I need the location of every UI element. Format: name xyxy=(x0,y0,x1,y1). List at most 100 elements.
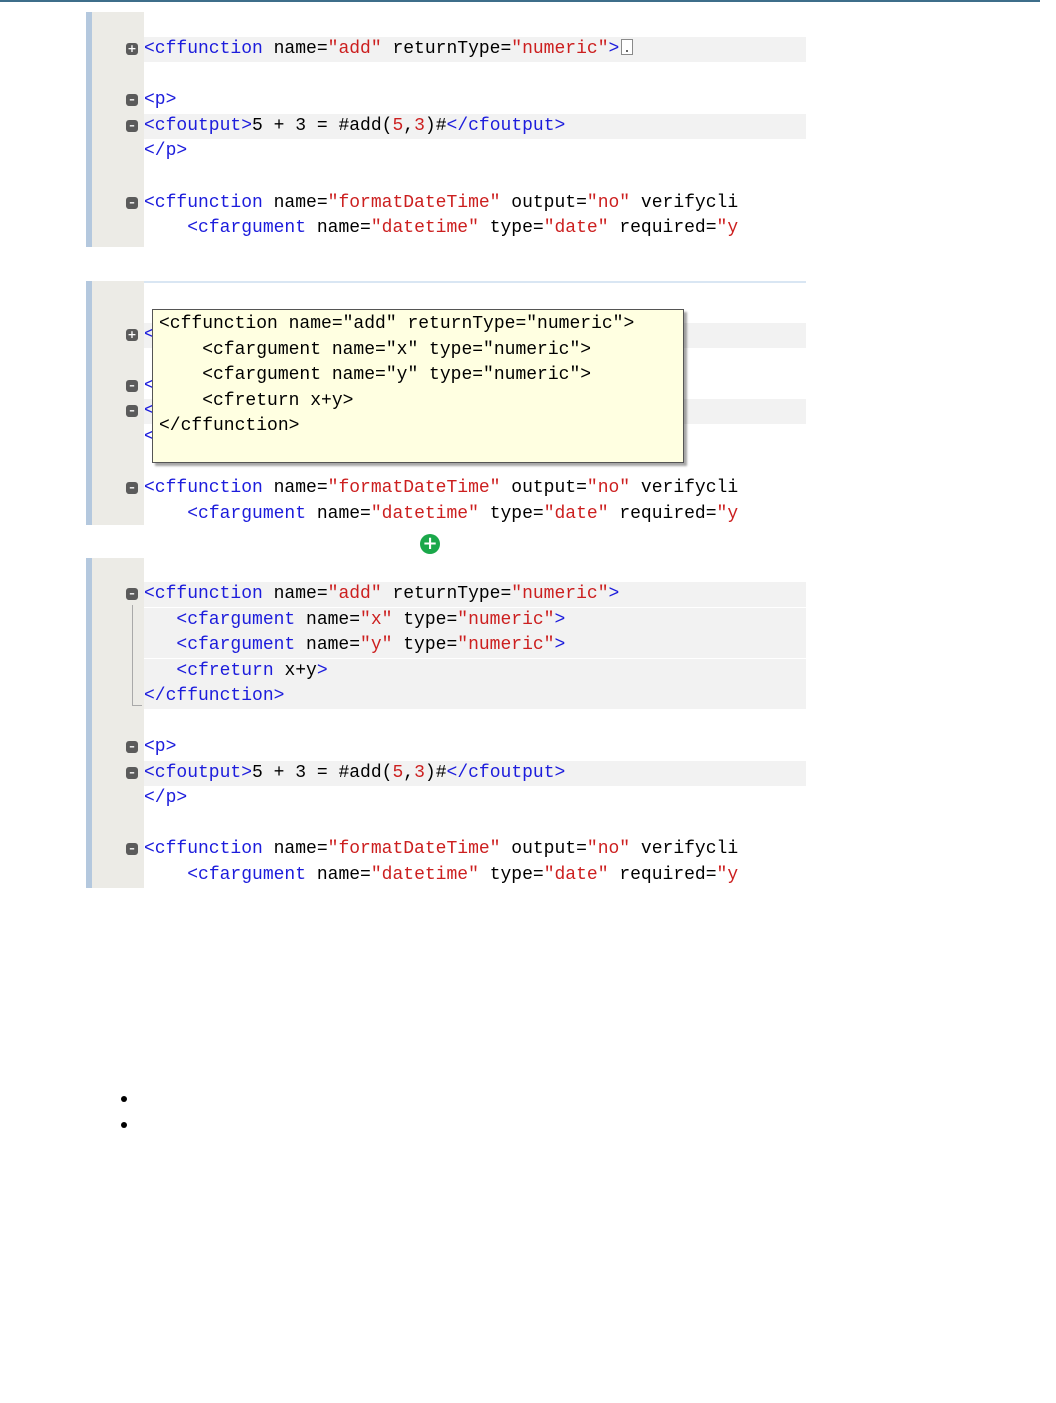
fold-collapse-icon[interactable]: – xyxy=(126,196,138,209)
code-text: <p> xyxy=(144,735,176,760)
code-token: "formatDateTime" xyxy=(327,839,501,859)
code-token: "x" xyxy=(360,609,393,630)
code-token: </p> xyxy=(144,788,188,808)
code-line[interactable]: <cfoutput>5 + 3 = #add(5,3)#</cfoutput> xyxy=(144,113,806,139)
code-text: <cfoutput>5 + 3 = #add(5,3)#</cfoutput> xyxy=(144,114,565,139)
code-token: required= xyxy=(608,503,717,524)
code-token: 5 xyxy=(392,762,404,783)
code-text: <p> xyxy=(144,88,176,113)
code-line[interactable]: <cfargument name="datetime" type="date" … xyxy=(144,502,806,525)
code-line[interactable]: </p> xyxy=(144,786,806,811)
code-token: <cfargument xyxy=(187,503,317,524)
code-line[interactable]: <cfargument name="y" type="numeric"> xyxy=(144,633,806,658)
code-line[interactable]: <cfoutput>5 + 3 = #add(5,3)#</cfoutput> xyxy=(144,760,806,786)
code-text: <cffunction name="add" returnType="numer… xyxy=(144,582,619,607)
fold-collapse-icon[interactable]: – xyxy=(126,741,138,753)
code-token: <cffunction xyxy=(144,39,274,59)
fold-collapse-icon[interactable]: – xyxy=(126,94,138,107)
tooltip-code-line: <cffunction name="add" returnType="numer… xyxy=(159,314,635,334)
code-line[interactable]: <cffunction name="formatDateTime" output… xyxy=(144,476,806,501)
code-text: <cffunction name="formatDateTime" output… xyxy=(144,191,738,216)
fold-collapse-icon[interactable]: – xyxy=(126,405,138,418)
code-token: <cfoutput> xyxy=(144,762,253,783)
code-token: <cffunction xyxy=(144,584,274,604)
code-line[interactable]: </p> xyxy=(144,139,806,164)
fold-bracket xyxy=(132,605,133,705)
fold-collapse-icon[interactable]: – xyxy=(126,588,138,600)
code-token: verifycli xyxy=(630,478,739,499)
tooltip-code-line: </cffunction> xyxy=(159,416,300,437)
code-token: </cffunction> xyxy=(144,686,285,706)
code-token: "numeric" xyxy=(457,635,555,655)
code-line[interactable]: <cffunction name="formatDateTime" output… xyxy=(144,837,806,862)
code-token: <cfreturn xyxy=(176,660,285,681)
collapsed-code-tooltip: <cffunction name="add" returnType="numer… xyxy=(152,309,684,463)
code-line[interactable]: <p> xyxy=(144,735,806,760)
code-token: <p> xyxy=(144,737,177,757)
code-token: type= xyxy=(478,218,544,239)
bullet xyxy=(121,1096,127,1102)
code-token: x+y xyxy=(284,660,317,681)
code-line[interactable]: <cffunction name="add" returnType="numer… xyxy=(144,582,806,607)
code-token: "add" xyxy=(327,39,382,59)
code-token: "datetime" xyxy=(370,218,479,239)
code-token: name= xyxy=(316,218,371,239)
panel-top-border xyxy=(144,281,806,283)
collapsed-ellipsis-icon[interactable] xyxy=(621,39,634,55)
fold-collapse-icon[interactable]: – xyxy=(126,119,138,132)
code-line[interactable]: <cffunction name="add" returnType="numer… xyxy=(144,37,806,62)
code-token: output= xyxy=(500,192,587,213)
fold-collapse-icon[interactable]: – xyxy=(126,766,138,779)
code-token: "datetime" xyxy=(370,864,479,885)
code-token: "numeric" xyxy=(511,39,609,59)
code-token: <cfargument xyxy=(176,609,307,630)
code-line[interactable]: <cfargument name="datetime" type="date" … xyxy=(144,863,806,888)
code-token: name= xyxy=(316,503,371,524)
code-text: <cffunction name="formatDateTime" output… xyxy=(144,837,738,862)
fold-expand-icon[interactable]: + xyxy=(126,43,138,55)
code-token: returnType= xyxy=(381,39,512,59)
code-text: <cfargument name="x" type="numeric"> xyxy=(144,608,565,633)
fold-bracket-end xyxy=(132,705,142,706)
fold-collapse-icon[interactable]: – xyxy=(126,379,138,392)
code-token: name= xyxy=(273,839,328,859)
editor-panel-collapsed: + <cffunction name="add" returnType="nume… xyxy=(86,12,806,247)
fold-collapse-icon[interactable]: – xyxy=(126,482,138,495)
tooltip-code-line: <cfargument name="x" type="numeric"> xyxy=(159,339,592,360)
code-token: "numeric" xyxy=(511,584,609,604)
code-token: "datetime" xyxy=(370,503,479,524)
code-token: > xyxy=(608,39,620,59)
code-text: <cffunction name="formatDateTime" output… xyxy=(144,476,738,501)
code-token: type= xyxy=(478,864,544,885)
code-token: name= xyxy=(273,39,328,59)
code-token: <cfargument xyxy=(187,864,317,885)
code-token: </p> xyxy=(144,141,188,162)
code-token: "no" xyxy=(586,478,631,499)
code-token: "add" xyxy=(327,584,382,604)
code-line[interactable]: <p> xyxy=(144,88,806,113)
code-token: )# xyxy=(424,762,447,783)
code-token: <cffunction xyxy=(144,192,274,213)
code-token: output= xyxy=(500,478,587,499)
code-line[interactable]: <cffunction name="formatDateTime" output… xyxy=(144,191,806,216)
code-token: "formatDateTime" xyxy=(327,192,501,213)
code-text: <cffunction name="add" returnType="numer… xyxy=(144,37,634,62)
code-token: <cfoutput> xyxy=(144,115,253,136)
gutter xyxy=(92,558,144,888)
fold-expand-icon[interactable]: + xyxy=(126,328,138,341)
code-token: "date" xyxy=(543,218,609,239)
code-token: verifycli xyxy=(630,192,739,213)
code-token: <cfargument xyxy=(176,635,307,655)
code-token: verifycli xyxy=(630,839,739,859)
fold-collapse-icon[interactable]: – xyxy=(126,843,138,855)
code-text: <cfargument name="y" type="numeric"> xyxy=(144,633,565,658)
code-line[interactable]: </cffunction> xyxy=(144,684,806,709)
code-line[interactable]: <cfargument name="x" type="numeric"> xyxy=(144,607,806,633)
code-line[interactable]: <cfargument name="datetime" type="date" … xyxy=(144,216,806,241)
code-text: <cfargument name="datetime" type="date" … xyxy=(144,216,738,241)
code-text: </p> xyxy=(144,786,187,811)
code-line[interactable]: <cfreturn x+y> xyxy=(144,658,806,684)
